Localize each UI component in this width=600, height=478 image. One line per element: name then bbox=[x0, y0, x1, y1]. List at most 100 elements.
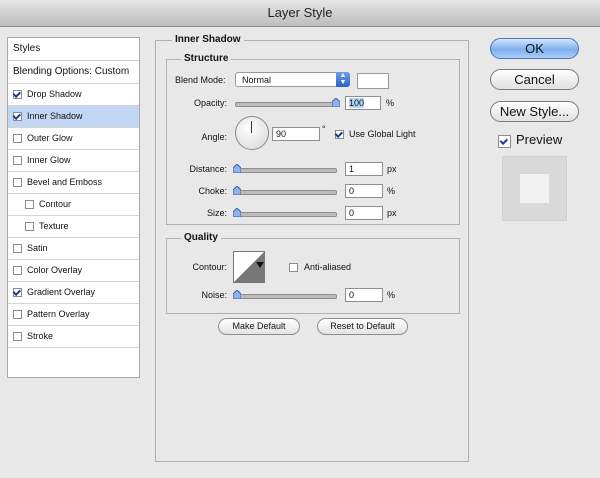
opacity-slider[interactable] bbox=[235, 102, 337, 107]
stroke-checkbox[interactable] bbox=[13, 332, 22, 341]
quality-group: Quality Contour: Anti-aliased Noise: 0 % bbox=[166, 232, 460, 314]
size-label: Size: bbox=[206, 208, 227, 218]
angle-dial[interactable] bbox=[235, 116, 269, 150]
reset-to-default-button[interactable]: Reset to Default bbox=[317, 318, 408, 335]
angle-dial-needle bbox=[251, 121, 252, 133]
ok-button[interactable]: OK bbox=[490, 38, 579, 59]
inner-shadow-group: Inner Shadow Structure Blend Mode: Norma… bbox=[155, 34, 469, 462]
choke-slider-thumb[interactable] bbox=[233, 186, 241, 195]
noise-label: Noise: bbox=[201, 290, 227, 300]
style-item-label: Drop Shadow bbox=[27, 89, 82, 99]
preview-label: Preview bbox=[516, 132, 563, 147]
satin-checkbox[interactable] bbox=[13, 244, 22, 253]
style-item-label: Pattern Overlay bbox=[27, 309, 90, 319]
style-item-inner-glow[interactable]: Inner Glow bbox=[8, 150, 139, 172]
cancel-button[interactable]: Cancel bbox=[490, 69, 579, 90]
distance-input[interactable]: 1 bbox=[345, 162, 383, 176]
style-item-texture[interactable]: Texture bbox=[8, 216, 139, 238]
choke-slider[interactable] bbox=[235, 190, 337, 195]
choke-value: 0 bbox=[349, 186, 355, 196]
bevel-emboss-checkbox[interactable] bbox=[13, 178, 22, 187]
noise-value: 0 bbox=[349, 290, 355, 300]
opacity-input[interactable]: 100 bbox=[345, 96, 381, 110]
structure-title: Structure bbox=[181, 53, 232, 64]
style-item-label: Stroke bbox=[27, 331, 54, 341]
angle-unit: ° bbox=[322, 124, 326, 134]
style-preview-thumbnail bbox=[502, 156, 567, 221]
style-item-stroke[interactable]: Stroke bbox=[8, 326, 139, 348]
style-item-satin[interactable]: Satin bbox=[8, 238, 139, 260]
blending-options-label: Blending Options: Custom bbox=[13, 66, 130, 77]
noise-slider-thumb[interactable] bbox=[233, 290, 241, 299]
size-unit: px bbox=[387, 208, 397, 218]
layer-style-dialog: Styles Blending Options: Custom Drop Sha… bbox=[0, 27, 600, 478]
size-slider-thumb[interactable] bbox=[233, 208, 241, 217]
contour-preview-icon bbox=[234, 252, 264, 282]
ok-label: OK bbox=[525, 41, 544, 56]
opacity-value: 100 bbox=[349, 98, 365, 108]
style-item-drop-shadow[interactable]: Drop Shadow bbox=[8, 84, 139, 106]
angle-input[interactable]: 90 bbox=[272, 127, 320, 141]
anti-aliased-checkbox[interactable] bbox=[289, 263, 298, 272]
contour-label: Contour: bbox=[192, 262, 227, 272]
distance-label: Distance: bbox=[189, 164, 227, 174]
distance-value: 1 bbox=[349, 164, 355, 174]
contour-picker[interactable] bbox=[233, 251, 265, 283]
style-item-label: Inner Glow bbox=[27, 155, 71, 165]
shadow-color-swatch[interactable] bbox=[357, 73, 389, 89]
style-item-label: Outer Glow bbox=[27, 133, 73, 143]
style-item-contour[interactable]: Contour bbox=[8, 194, 139, 216]
noise-slider[interactable] bbox=[235, 294, 337, 299]
blending-options-item[interactable]: Blending Options: Custom bbox=[8, 61, 139, 84]
opacity-label: Opacity: bbox=[193, 98, 227, 108]
styles-header[interactable]: Styles bbox=[8, 38, 139, 61]
use-global-light-checkbox[interactable] bbox=[335, 130, 344, 139]
color-overlay-checkbox[interactable] bbox=[13, 266, 22, 275]
size-slider[interactable] bbox=[235, 212, 337, 217]
pattern-overlay-checkbox[interactable] bbox=[13, 310, 22, 319]
style-item-outer-glow[interactable]: Outer Glow bbox=[8, 128, 139, 150]
cancel-label: Cancel bbox=[514, 72, 555, 87]
style-item-label: Texture bbox=[39, 221, 69, 231]
preview-checkbox[interactable] bbox=[498, 135, 511, 148]
style-item-label: Satin bbox=[27, 243, 48, 253]
inner-shadow-checkbox[interactable] bbox=[13, 112, 22, 121]
choke-input[interactable]: 0 bbox=[345, 184, 383, 198]
blend-mode-select[interactable]: Normal ▲ ▼ bbox=[235, 72, 350, 87]
style-item-pattern-overlay[interactable]: Pattern Overlay bbox=[8, 304, 139, 326]
make-default-button[interactable]: Make Default bbox=[218, 318, 300, 335]
style-item-bevel-emboss[interactable]: Bevel and Emboss bbox=[8, 172, 139, 194]
texture-checkbox[interactable] bbox=[25, 222, 34, 231]
size-value: 0 bbox=[349, 208, 355, 218]
style-item-gradient-overlay[interactable]: Gradient Overlay bbox=[8, 282, 139, 304]
choke-unit: % bbox=[387, 186, 396, 196]
quality-title: Quality bbox=[181, 232, 221, 243]
inner-glow-checkbox[interactable] bbox=[13, 156, 22, 165]
noise-unit: % bbox=[387, 290, 396, 300]
new-style-button[interactable]: New Style... bbox=[490, 101, 579, 122]
gradient-overlay-checkbox[interactable] bbox=[13, 288, 22, 297]
style-item-color-overlay[interactable]: Color Overlay bbox=[8, 260, 139, 282]
style-item-label: Contour bbox=[39, 199, 72, 209]
style-item-label: Color Overlay bbox=[27, 265, 83, 275]
drop-shadow-checkbox[interactable] bbox=[13, 90, 22, 99]
style-preview-swatch bbox=[520, 174, 549, 203]
opacity-slider-thumb[interactable] bbox=[332, 98, 340, 107]
style-item-inner-shadow[interactable]: Inner Shadow bbox=[8, 106, 139, 128]
new-style-label: New Style... bbox=[499, 104, 570, 119]
style-item-label: Gradient Overlay bbox=[27, 287, 96, 297]
style-item-label: Inner Shadow bbox=[27, 111, 83, 121]
distance-slider-thumb[interactable] bbox=[233, 164, 241, 173]
noise-input[interactable]: 0 bbox=[345, 288, 383, 302]
outer-glow-checkbox[interactable] bbox=[13, 134, 22, 143]
contour-checkbox[interactable] bbox=[25, 200, 34, 209]
angle-value: 90 bbox=[276, 129, 287, 139]
style-item-label: Bevel and Emboss bbox=[27, 177, 103, 187]
title-bar: Layer Style bbox=[0, 0, 600, 27]
blend-mode-label: Blend Mode: bbox=[175, 75, 226, 85]
distance-slider[interactable] bbox=[235, 168, 337, 173]
size-input[interactable]: 0 bbox=[345, 206, 383, 220]
distance-unit: px bbox=[387, 164, 397, 174]
styles-header-label: Styles bbox=[13, 43, 41, 54]
structure-group: Structure Blend Mode: Normal ▲ ▼ Opacity:… bbox=[166, 53, 460, 225]
